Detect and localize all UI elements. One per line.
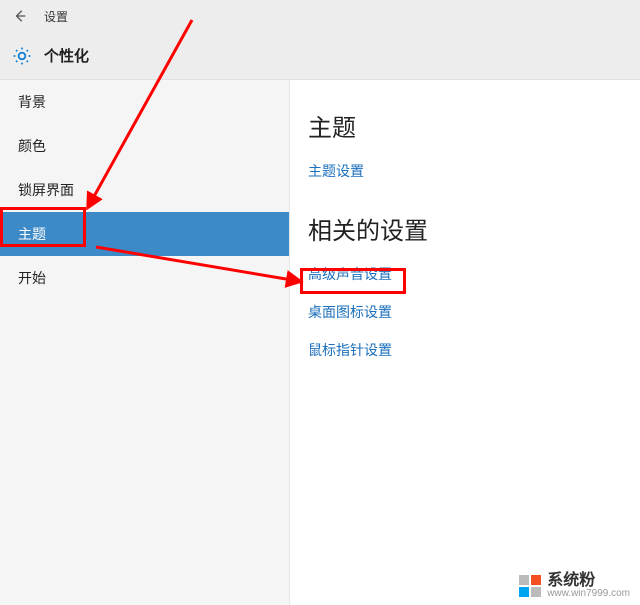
sidebar-item-themes[interactable]: 主题 xyxy=(0,212,289,256)
main-area: 背景 颜色 锁屏界面 主题 开始 主题 主题设置 相关的设置 高级声音设置 桌面… xyxy=(0,80,640,605)
sidebar-item-label: 颜色 xyxy=(18,136,46,156)
link-desktop-icons[interactable]: 桌面图标设置 xyxy=(308,302,640,322)
link-advanced-sound[interactable]: 高级声音设置 xyxy=(308,264,640,284)
link-mouse-pointer[interactable]: 鼠标指针设置 xyxy=(308,340,640,360)
page-title: 个性化 xyxy=(44,45,89,66)
sidebar-item-label: 锁屏界面 xyxy=(18,180,74,200)
content: 主题 主题设置 相关的设置 高级声音设置 桌面图标设置 鼠标指针设置 xyxy=(290,80,640,605)
sidebar-item-start[interactable]: 开始 xyxy=(0,256,289,300)
sidebar: 背景 颜色 锁屏界面 主题 开始 xyxy=(0,80,290,605)
sidebar-item-lockscreen[interactable]: 锁屏界面 xyxy=(0,168,289,212)
watermark-text: 系统粉 www.win7999.com xyxy=(547,573,630,599)
section-related-title: 相关的设置 xyxy=(308,211,640,246)
gear-icon xyxy=(12,46,32,66)
back-arrow-icon xyxy=(13,9,27,23)
sidebar-item-label: 开始 xyxy=(18,268,46,288)
window-title: 设置 xyxy=(44,8,68,25)
watermark-logo-icon xyxy=(519,575,541,597)
watermark-url: www.win7999.com xyxy=(547,589,630,599)
sidebar-item-background[interactable]: 背景 xyxy=(0,80,289,124)
titlebar: 设置 xyxy=(0,0,640,32)
sidebar-item-colors[interactable]: 颜色 xyxy=(0,124,289,168)
section-themes-title: 主题 xyxy=(308,108,640,143)
sidebar-item-label: 主题 xyxy=(18,224,46,244)
back-button[interactable] xyxy=(8,4,32,28)
sidebar-item-label: 背景 xyxy=(18,92,46,112)
link-theme-settings[interactable]: 主题设置 xyxy=(308,161,640,181)
watermark: 系统粉 www.win7999.com xyxy=(519,573,630,599)
header: 个性化 xyxy=(0,32,640,80)
watermark-brand: 系统粉 xyxy=(547,573,630,589)
